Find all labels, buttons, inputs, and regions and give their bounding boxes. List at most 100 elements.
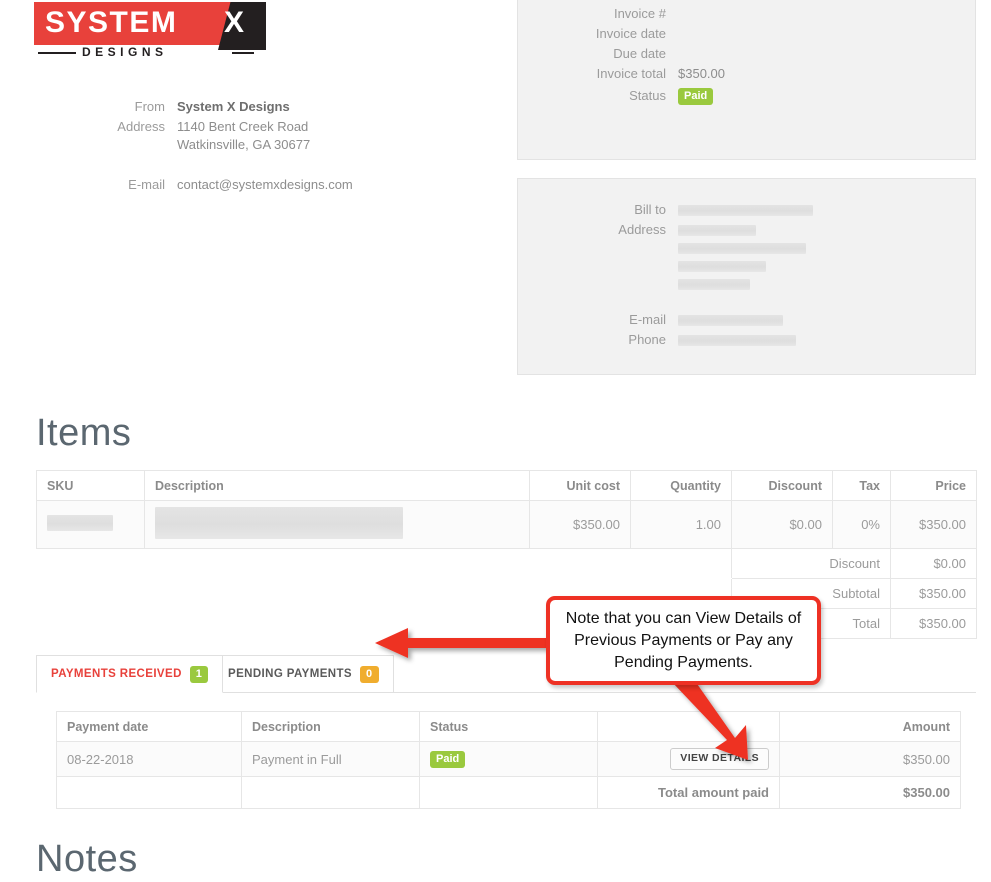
- redacted-address-line3: [678, 261, 766, 273]
- table-row: $350.00 1.00 $0.00 0% $350.00: [36, 500, 977, 549]
- sender-address-value: 1140 Bent Creek Road Watkinsville, GA 30…: [177, 118, 310, 154]
- invoice-status-value: Paid: [678, 87, 714, 105]
- col-payment-status: Status: [419, 711, 598, 742]
- tab-pending-payments-label: PENDING PAYMENTS: [228, 668, 352, 680]
- tab-pending-payments-count: 0: [359, 665, 379, 683]
- sender-email-row: E-mail contact@systemxdesigns.com: [0, 176, 470, 194]
- invoice-total-value: $350.00: [678, 66, 725, 81]
- summary-value-subtotal: $350.00: [890, 578, 977, 609]
- invoice-header: SYSTEM X DESIGNS From System X Designs A…: [0, 0, 991, 376]
- sender-address-line1: 1140 Bent Creek Road: [177, 119, 309, 134]
- sender-details: From System X Designs Address 1140 Bent …: [0, 98, 470, 196]
- status-badge: Paid: [678, 88, 714, 105]
- cell-payment-action: VIEW DETAILS: [597, 741, 780, 777]
- col-tax: Tax: [832, 470, 891, 501]
- payments-received-table: Payment date Description Status Amount 0…: [56, 711, 961, 809]
- col-payment-amount: Amount: [779, 711, 961, 742]
- bill-address-value: [678, 221, 806, 293]
- col-unit-cost: Unit cost: [529, 470, 631, 501]
- logo-designs-row: DESIGNS: [38, 45, 254, 60]
- tab-payments-received-label: PAYMENTS RECEIVED: [51, 668, 182, 680]
- redacted-address-line2: [678, 243, 806, 255]
- payments-total-value: $350.00: [779, 776, 961, 809]
- cell-payment-date: 08-22-2018: [56, 741, 242, 777]
- invoice-date-row: Invoice date: [518, 25, 975, 43]
- col-payment-description: Description: [241, 711, 420, 742]
- logo-x-text: X: [224, 6, 245, 39]
- col-payment-action: [597, 711, 780, 742]
- cell-quantity: 1.00: [630, 500, 732, 549]
- tab-pending-payments[interactable]: PENDING PAYMENTS 0: [213, 655, 394, 693]
- bill-to-label: Bill to: [634, 202, 666, 217]
- cell-unit-cost: $350.00: [529, 500, 631, 549]
- items-table: SKU Description Unit cost Quantity Disco…: [36, 470, 977, 639]
- items-table-header-row: SKU Description Unit cost Quantity Disco…: [36, 470, 977, 501]
- summary-value-total: $350.00: [890, 608, 977, 639]
- table-row: 08-22-2018 Payment in Full Paid VIEW DET…: [56, 741, 961, 777]
- bill-to-value: [678, 201, 813, 219]
- cell-discount: $0.00: [731, 500, 833, 549]
- bill-email-value: [678, 311, 783, 329]
- col-quantity: Quantity: [630, 470, 732, 501]
- col-price: Price: [890, 470, 977, 501]
- bill-email-row: E-mail: [518, 311, 975, 329]
- bill-address-label: Address: [618, 222, 666, 237]
- company-logo: SYSTEM X DESIGNS: [34, 2, 266, 60]
- tab-payments-received-count: 1: [189, 665, 209, 683]
- from-value: System X Designs: [177, 99, 290, 114]
- logo-rule-right: [232, 52, 254, 54]
- annotation-callout-text: Note that you can View Details of Previo…: [565, 609, 802, 671]
- invoice-status-label: Status: [629, 88, 666, 103]
- invoice-number-row: Invoice #: [518, 5, 975, 23]
- cell-tax: 0%: [832, 500, 891, 549]
- due-date-label: Due date: [613, 46, 666, 61]
- sender-address-label: Address: [117, 119, 165, 134]
- summary-spacer-discount: [36, 548, 732, 579]
- sender-email-label: E-mail: [128, 177, 165, 192]
- bill-to-row: Bill to: [518, 201, 975, 219]
- payments-tab-bar: PAYMENTS RECEIVED 1 PENDING PAYMENTS 0: [36, 655, 976, 693]
- col-sku: SKU: [36, 470, 145, 501]
- bill-to-panel: Bill to Address E-mail Phone: [517, 178, 976, 375]
- redacted-sku: [47, 515, 113, 531]
- bill-phone-value: [678, 331, 796, 349]
- redacted-address-line1: [678, 225, 756, 237]
- redacted-bill-phone: [678, 335, 796, 347]
- invoice-date-label: Invoice date: [595, 26, 666, 41]
- due-date-row: Due date: [518, 45, 975, 63]
- invoice-status-row: Status Paid: [518, 87, 975, 105]
- redacted-address-line4: [678, 279, 750, 291]
- payments-total-label: Total amount paid: [597, 776, 780, 809]
- logo-designs-text: DESIGNS: [82, 45, 168, 59]
- col-discount: Discount: [731, 470, 833, 501]
- sender-address-line2: Watkinsville, GA 30677: [177, 137, 311, 152]
- invoice-total-label: Invoice total: [596, 66, 666, 81]
- summary-row-subtotal: Subtotal $350.00: [36, 578, 977, 609]
- sender-email-value: contact@systemxdesigns.com: [177, 177, 353, 192]
- view-details-button[interactable]: VIEW DETAILS: [670, 748, 769, 770]
- items-heading: Items: [36, 412, 132, 454]
- from-label: From: [134, 99, 165, 114]
- redacted-bill-email: [678, 315, 783, 327]
- payments-total-spacer-1: [56, 776, 242, 809]
- logo-rule-left: [38, 52, 76, 54]
- summary-row-total: Total $350.00: [36, 608, 977, 639]
- payments-total-row: Total amount paid $350.00: [56, 776, 961, 809]
- bill-phone-row: Phone: [518, 331, 975, 349]
- payment-status-badge: Paid: [430, 751, 466, 768]
- bill-email-label: E-mail: [629, 312, 666, 327]
- annotation-callout: Note that you can View Details of Previo…: [546, 596, 821, 685]
- tab-payments-received[interactable]: PAYMENTS RECEIVED 1: [36, 655, 224, 693]
- cell-payment-description: Payment in Full: [241, 741, 420, 777]
- cell-payment-status: Paid: [419, 741, 598, 777]
- summary-label-discount: Discount: [731, 548, 891, 579]
- cell-description: [144, 500, 530, 549]
- redacted-description: [155, 507, 403, 539]
- col-description: Description: [144, 470, 530, 501]
- col-payment-date: Payment date: [56, 711, 242, 742]
- cell-price: $350.00: [890, 500, 977, 549]
- cell-sku: [36, 500, 145, 549]
- logo-system-text: SYSTEM: [45, 6, 178, 39]
- cell-payment-amount: $350.00: [779, 741, 961, 777]
- notes-heading: Notes: [36, 838, 138, 880]
